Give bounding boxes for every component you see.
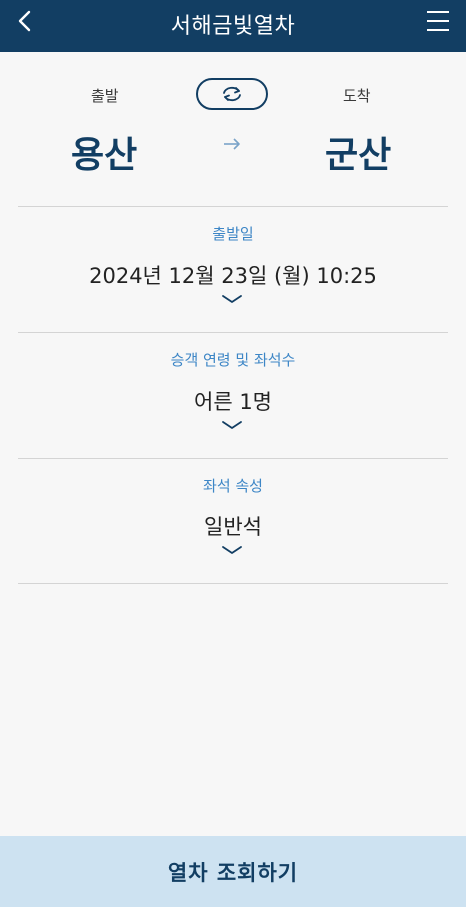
passenger-selector[interactable]: 승객 연령 및 좌석수 어른 1명 (0, 333, 466, 458)
chevron-down-icon (222, 546, 242, 554)
date-label: 출발일 (212, 225, 254, 243)
hamburger-menu-icon[interactable] (426, 10, 450, 32)
departure-station[interactable]: 용산 (71, 126, 137, 178)
route-selector: 출발 도착 용산 군산 (0, 52, 466, 206)
arrow-right-icon (224, 138, 240, 150)
departure-label: 출발 (91, 87, 119, 105)
app-header: 서해금빛열차 (0, 0, 466, 52)
date-selector[interactable]: 출발일 2024년 12월 23일 (월) 10:25 (0, 207, 466, 332)
swap-refresh-icon (223, 86, 241, 102)
passenger-label: 승객 연령 및 좌석수 (170, 351, 296, 369)
seat-type-label: 좌석 속성 (203, 477, 263, 495)
date-value: 2024년 12월 23일 (월) 10:25 (89, 264, 377, 288)
swap-stations-button[interactable] (196, 78, 268, 110)
chevron-down-icon (222, 421, 242, 429)
arrival-station[interactable]: 군산 (325, 126, 391, 178)
arrival-label: 도착 (343, 87, 371, 105)
divider (18, 583, 448, 584)
seat-type-value: 일반석 (204, 515, 262, 539)
search-trains-button[interactable]: 열차 조회하기 (0, 836, 466, 907)
chevron-down-icon (222, 295, 242, 303)
page-title: 서해금빛열차 (170, 14, 296, 39)
seat-type-selector[interactable]: 좌석 속성 일반석 (0, 459, 466, 583)
passenger-value: 어른 1명 (194, 390, 272, 414)
